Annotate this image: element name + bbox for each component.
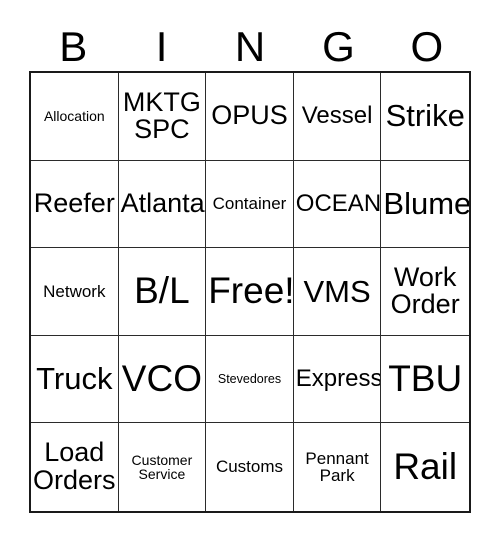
bingo-cell[interactable]: B/L [118, 248, 207, 336]
bingo-cell[interactable]: Express [293, 335, 382, 424]
bingo-cell[interactable]: MKTG SPC [118, 73, 207, 161]
bingo-cell[interactable]: TBU [381, 335, 469, 424]
bingo-cell-label: OCEAN [295, 189, 382, 217]
bingo-cell[interactable]: OCEAN [293, 160, 382, 249]
bingo-cell[interactable]: Stevedores [206, 335, 294, 424]
bingo-cell[interactable]: Work Order [381, 248, 469, 336]
bingo-cell-label: Stevedores [217, 371, 282, 386]
bingo-header-letter-g: G [322, 23, 355, 70]
bingo-header-letter-n: N [234, 23, 266, 70]
bingo-cell-label: Customer Service [131, 451, 193, 483]
bingo-card: B I N G O Allocation MKTG SPC OPUS Vessel St… [0, 0, 500, 544]
bingo-cell-label: Allocation [43, 108, 105, 125]
bingo-cell-label: Network [43, 281, 106, 301]
bingo-cell-label: Atlanta [120, 187, 205, 218]
bingo-cell[interactable]: Container [206, 160, 294, 249]
bingo-header-letter-b: B [59, 23, 88, 70]
bingo-header-row: B I N G O [29, 18, 471, 70]
bingo-cell[interactable]: Network [31, 248, 119, 336]
bingo-cell-label: Truck [36, 361, 113, 397]
bingo-cell[interactable]: Atlanta [118, 160, 207, 249]
bingo-cell[interactable]: VMS [293, 248, 382, 336]
bingo-cell-label: Pennant Park [305, 448, 369, 486]
bingo-cell-label: Container [212, 194, 287, 214]
bingo-cell-label: Strike [385, 98, 465, 134]
bingo-cell-label: VMS [303, 273, 371, 309]
bingo-cell[interactable]: Truck [31, 335, 119, 424]
bingo-cell[interactable]: VCO [118, 335, 207, 424]
bingo-cell-label: Customs [215, 457, 284, 477]
bingo-cell[interactable]: Allocation [31, 73, 119, 161]
bingo-cell-label: MKTG SPC [122, 86, 201, 145]
bingo-cell[interactable]: Pennant Park [293, 423, 382, 511]
bingo-cell-label: Reefer [33, 187, 115, 218]
bingo-cell-label: Rail [393, 446, 458, 488]
bingo-cell[interactable]: OPUS [206, 73, 294, 161]
bingo-header-letter-i: I [155, 23, 168, 70]
bingo-cell-label: Free! [208, 270, 294, 312]
bingo-cell-label: OPUS [211, 100, 288, 131]
bingo-cell-label: TBU [388, 358, 463, 400]
bingo-cell-label: Blume [383, 185, 469, 221]
bingo-cell[interactable]: Reefer [31, 160, 119, 249]
bingo-header-letter-o: O [410, 23, 444, 70]
bingo-cell-label: Vessel [301, 101, 373, 129]
bingo-cell-label: VCO [121, 358, 202, 400]
bingo-cell-label: Work Order [390, 261, 460, 320]
bingo-cell[interactable]: Vessel [293, 73, 382, 161]
bingo-cell[interactable]: Rail [381, 423, 469, 511]
bingo-cell[interactable]: Blume [381, 160, 469, 249]
bingo-cell-label: B/L [134, 270, 190, 312]
bingo-cell[interactable]: Load Orders [31, 423, 119, 511]
bingo-cell-label: Express [295, 364, 382, 392]
bingo-cell[interactable]: Strike [381, 73, 469, 161]
bingo-cell[interactable]: Customer Service [118, 423, 207, 511]
bingo-grid: Allocation MKTG SPC OPUS Vessel Strike Reefer… [29, 71, 471, 513]
bingo-cell[interactable]: Customs [206, 423, 294, 511]
bingo-cell-free-space[interactable]: Free! [206, 248, 294, 336]
bingo-cell-label: Load Orders [33, 437, 116, 496]
